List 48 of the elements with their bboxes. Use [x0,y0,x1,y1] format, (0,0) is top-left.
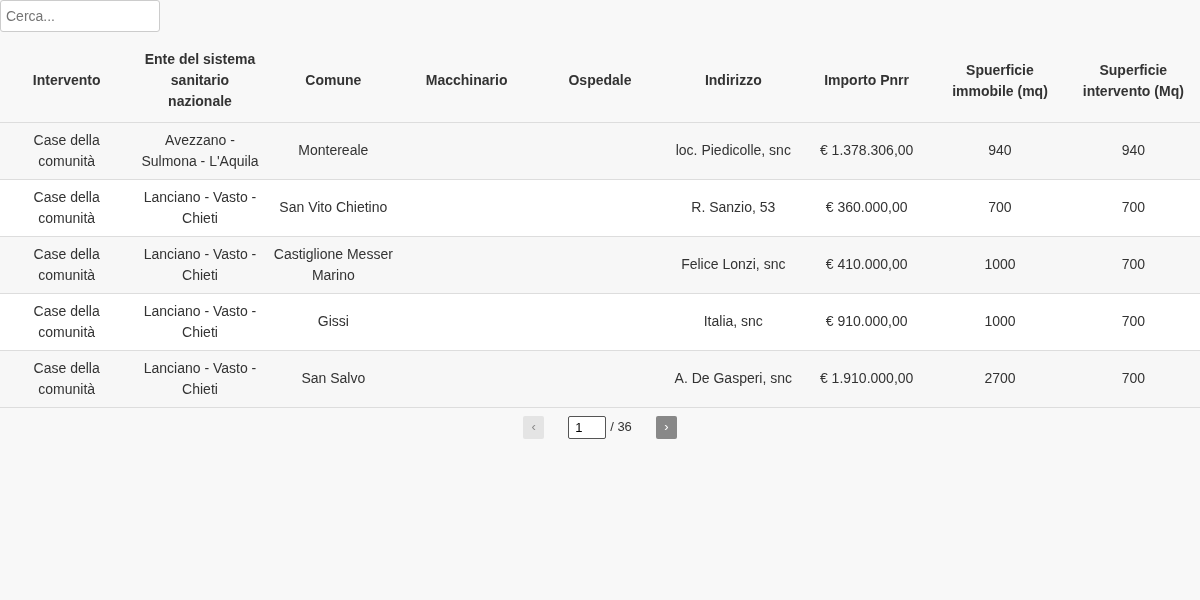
table-cell: Case della comunità [33,245,100,283]
table-cell: Case della comunità [33,131,100,169]
table-cell: Avezzano - Sulmona - L'Aquila [141,131,259,169]
table-cell: Lanciano - Vasto - Chieti [143,302,257,340]
table-cell: € 410.000,00 [825,256,908,272]
table-cell: R. Sanzio, 53 [691,199,776,215]
next-page-button[interactable]: › [655,415,677,439]
table-cell: 1000 [984,256,1016,272]
table-cell: San Salvo [301,370,366,386]
table-cell: Felice Lonzi, snc [681,256,786,272]
table-cell: 2700 [984,370,1016,386]
table-cell: Montereale [298,142,369,158]
page-number-field[interactable]: 1 [568,415,607,439]
column-header: Importo Pnrr [799,40,934,122]
table-cell: 940 [988,142,1012,158]
table-cell: Castiglione Messer Marino [273,245,393,283]
table-cell: loc. Piedicolle, snc [675,142,791,158]
column-header: Macchinario [400,40,534,122]
table-cell: Lanciano - Vasto - Chieti [143,188,257,226]
column-header: Indirizzo [666,40,800,122]
search-field[interactable]: Cerca... [0,0,160,32]
table-cell: Case della comunità [33,188,100,226]
table-cell: Case della comunità [33,302,100,340]
table-cell: Case della comunità [33,359,100,397]
table-cell: € 1.378.306,00 [819,142,914,158]
table-cell: Lanciano - Vasto - Chieti [143,359,257,397]
table-cell: 700 [1121,256,1145,272]
table-cell: Gissi [317,313,349,329]
table-cell: 700 [1121,370,1145,386]
table-cell: 700 [988,199,1012,215]
table-cell: 700 [1121,199,1145,215]
table-cell: € 360.000,00 [825,199,908,215]
column-header: Intervento [0,40,134,122]
column-header: Comune [266,40,400,122]
page-total: / 36 [610,418,632,437]
column-header: Ente del sistema sanitario nazionale [133,40,267,122]
column-header: Spuerficie immobile (mq) [933,40,1067,122]
table-cell: € 910.000,00 [825,313,908,329]
table-cell: Lanciano - Vasto - Chieti [143,245,257,283]
table-cell: 1000 [984,313,1016,329]
table-cell: San Vito Chietino [279,199,388,215]
table-cell: A. De Gasperi, snc [674,370,793,386]
table-cell: Italia, snc [703,313,763,329]
column-header: Ospedale [533,40,667,122]
table-cell: 700 [1121,313,1145,329]
table-cell: 940 [1121,142,1145,158]
column-header: Superficie intervento (Mq) [1066,40,1200,122]
table-cell: € 1.910.000,00 [819,370,914,386]
